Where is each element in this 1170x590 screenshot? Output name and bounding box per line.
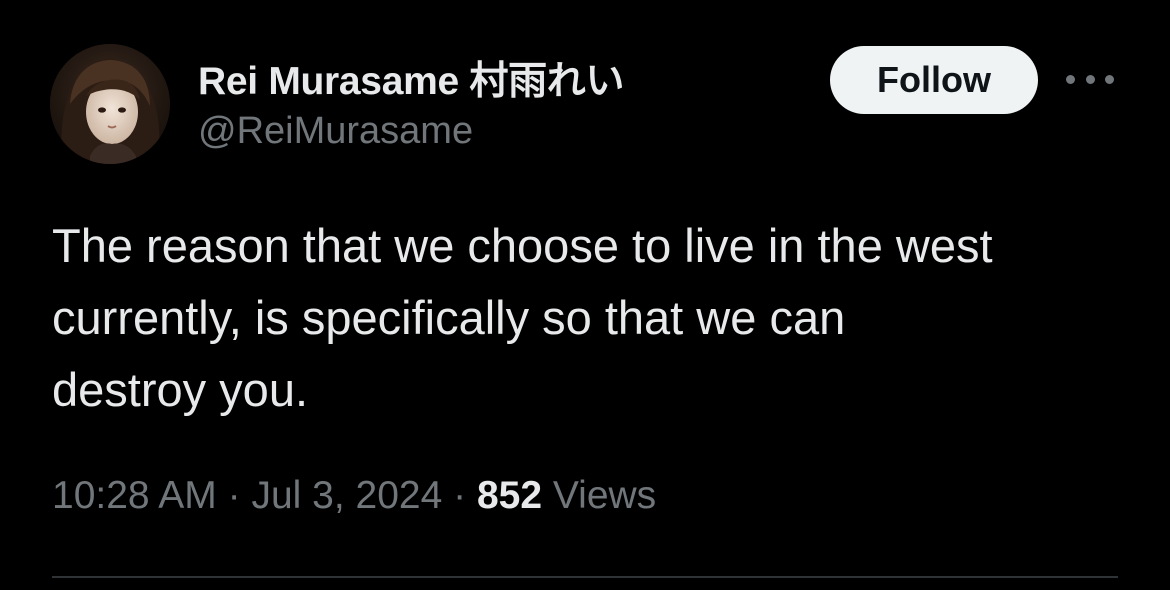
author-avatar[interactable] [50, 44, 170, 164]
tweet-text-line: destroy you. [52, 363, 309, 416]
dot [1085, 74, 1095, 84]
follow-button[interactable]: Follow [830, 46, 1038, 114]
author-handle[interactable]: @ReiMurasame [198, 110, 473, 153]
dot [1105, 74, 1114, 84]
tweet-card: Rei Murasame 村雨れい @ReiMurasame Follow Th… [0, 0, 1170, 590]
meta-separator: · [442, 474, 477, 517]
views-label: Views [552, 474, 657, 517]
tweet-time[interactable]: 10:28 AM [52, 474, 217, 517]
tweet-text: The reason that we choose to live in the… [52, 210, 1132, 426]
avatar-photo [50, 44, 170, 164]
tweet-text-line: currently, is specifically so that we ca… [52, 291, 846, 344]
views-count[interactable]: 852 [477, 474, 542, 517]
tweet-date[interactable]: Jul 3, 2024 [251, 474, 442, 517]
tweet-metadata: 10:28 AM · Jul 3, 2024 · 852 Views [52, 474, 656, 518]
author-display-name[interactable]: Rei Murasame 村雨れい [198, 50, 624, 106]
dot [1066, 74, 1075, 84]
meta-separator: · [216, 474, 252, 517]
divider [52, 576, 1118, 578]
tweet-text-line: The reason that we choose to live in the… [52, 219, 993, 272]
more-horizontal-icon[interactable] [1066, 66, 1114, 92]
